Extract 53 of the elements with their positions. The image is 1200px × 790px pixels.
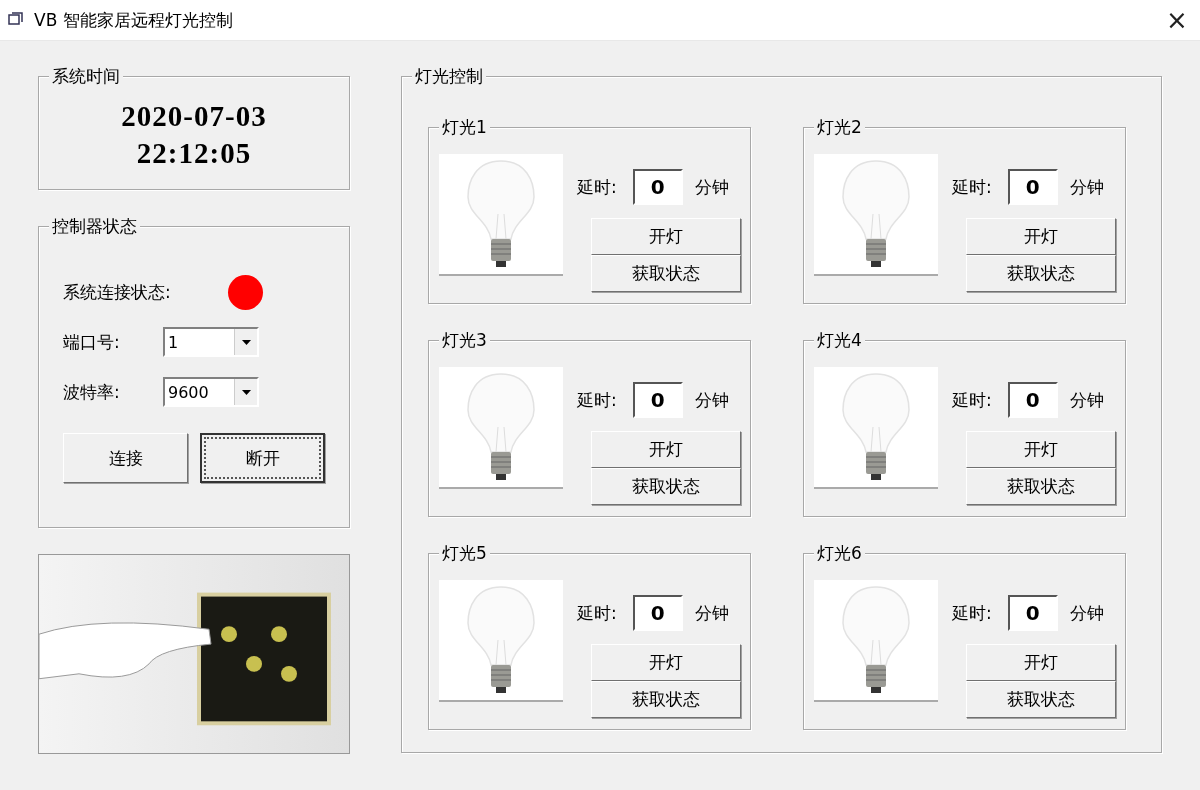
lamp-title: 灯光1 xyxy=(439,117,490,137)
window-icon xyxy=(8,12,24,28)
get-status-button[interactable]: 获取状态 xyxy=(591,468,741,505)
unit-label: 分钟 xyxy=(694,175,729,199)
port-label: 端口号: xyxy=(63,330,121,354)
delay-input[interactable]: 0 xyxy=(1007,382,1058,418)
delay-input[interactable]: 0 xyxy=(632,595,683,631)
get-status-button[interactable]: 获取状态 xyxy=(591,681,741,718)
lamp-title: 灯光6 xyxy=(814,543,865,563)
disconnect-button[interactable]: 断开 xyxy=(200,433,325,483)
get-status-button[interactable]: 获取状态 xyxy=(966,681,1116,718)
delay-input[interactable]: 0 xyxy=(632,382,683,418)
baud-label: 波特率: xyxy=(63,380,121,404)
lamp-title: 灯光3 xyxy=(439,330,490,350)
get-status-button[interactable]: 获取状态 xyxy=(966,255,1116,292)
light-on-button[interactable]: 开灯 xyxy=(966,644,1116,681)
date-text: 2020-07-03 xyxy=(121,99,267,134)
lamp-title: 灯光5 xyxy=(439,543,490,563)
lamp-title: 灯光2 xyxy=(814,117,865,137)
light-on-button[interactable]: 开灯 xyxy=(591,431,741,468)
connect-button[interactable]: 连接 xyxy=(63,433,188,483)
delay-label: 延时: xyxy=(577,388,617,412)
status-label: 系统连接状态: xyxy=(63,280,172,304)
time-text: 22:12:05 xyxy=(136,136,252,171)
light-on-button[interactable]: 开灯 xyxy=(966,431,1116,468)
delay-label: 延时: xyxy=(952,175,992,199)
group-title: 系统时间 xyxy=(49,66,123,86)
unit-label: 分钟 xyxy=(1069,601,1104,625)
light-on-button[interactable]: 开灯 xyxy=(591,644,741,681)
group-title: 灯光控制 xyxy=(412,66,486,86)
delay-label: 延时: xyxy=(577,175,617,199)
lamp-title: 灯光4 xyxy=(814,330,865,350)
light-on-button[interactable]: 开灯 xyxy=(966,218,1116,255)
window-title: VB 智能家居远程灯光控制 xyxy=(34,8,234,32)
delay-input[interactable]: 0 xyxy=(1007,595,1058,631)
close-button[interactable]: × xyxy=(1154,0,1200,40)
baud-dropdown[interactable]: 9600 xyxy=(163,377,259,407)
delay-input[interactable]: 0 xyxy=(632,169,683,205)
light-on-button[interactable]: 开灯 xyxy=(591,218,741,255)
delay-input[interactable]: 0 xyxy=(1007,169,1058,205)
delay-label: 延时: xyxy=(952,601,992,625)
dropdown-arrow-icon xyxy=(241,339,251,345)
get-status-button[interactable]: 获取状态 xyxy=(966,468,1116,505)
delay-label: 延时: xyxy=(952,388,992,412)
dropdown-arrow-icon xyxy=(241,389,251,395)
get-status-button[interactable]: 获取状态 xyxy=(591,255,741,292)
unit-label: 分钟 xyxy=(694,388,729,412)
unit-label: 分钟 xyxy=(694,601,729,625)
port-dropdown[interactable]: 1 xyxy=(163,327,259,357)
group-title: 控制器状态 xyxy=(49,216,140,236)
unit-label: 分钟 xyxy=(1069,388,1104,412)
delay-label: 延时: xyxy=(577,601,617,625)
unit-label: 分钟 xyxy=(1069,175,1104,199)
